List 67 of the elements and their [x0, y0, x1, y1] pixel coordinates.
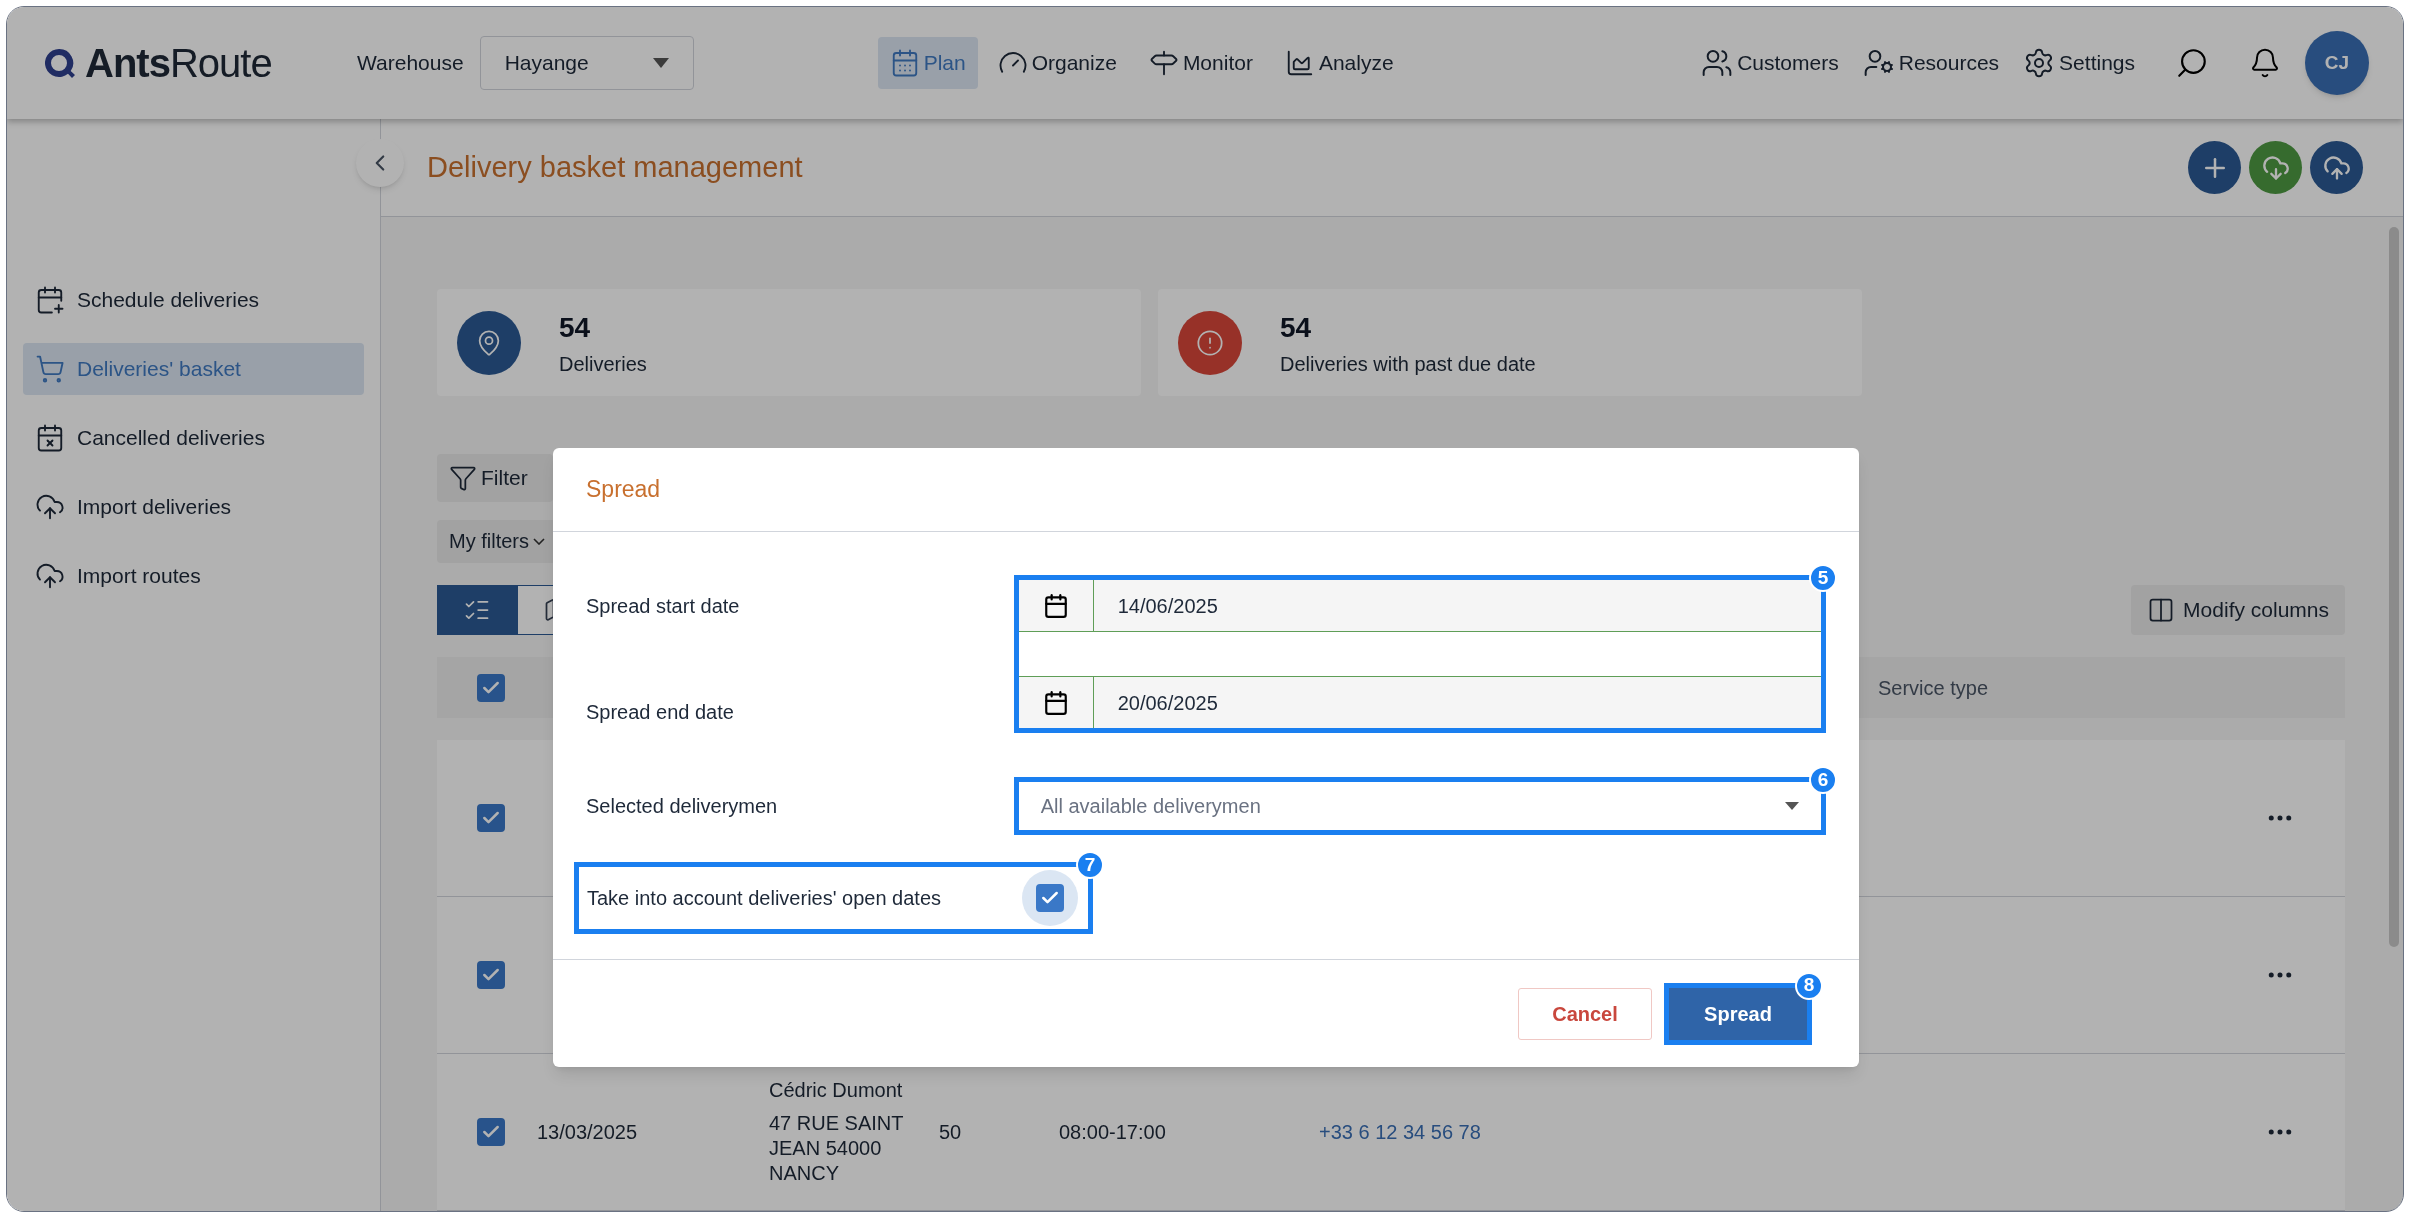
nav-link[interactable]: Settings — [2023, 47, 2135, 79]
chevron-down-icon — [533, 537, 545, 545]
date-value: 14/06/2025 — [1116, 593, 1218, 619]
stat-label: Deliveries — [559, 351, 647, 377]
checkbox[interactable] — [477, 673, 505, 702]
people-icon — [1701, 47, 1734, 79]
nav-tab[interactable]: Monitor — [1136, 37, 1265, 89]
upload-button[interactable] — [2310, 141, 2363, 194]
bell-icon[interactable] — [2249, 47, 2281, 79]
nav-tab[interactable]: Organize — [985, 37, 1129, 89]
table-cell-text: 13/03/2025 — [537, 1120, 639, 1145]
dialog-title: Spread — [586, 475, 661, 505]
callout-number: 8 — [1795, 971, 1823, 1000]
caret-icon — [1785, 802, 1799, 810]
calendar-icon — [1042, 592, 1069, 619]
cloud-upload-icon — [35, 492, 65, 522]
table-cell-text: Cédric Dumont — [769, 1078, 904, 1103]
checkbox-label: Take into account deliveries' open dates — [587, 886, 942, 911]
calendar-icon — [1042, 689, 1069, 716]
sidebar-item[interactable]: Import deliveries — [23, 481, 364, 533]
date-field[interactable]: 20/06/2025 — [1018, 676, 1821, 728]
checkbox[interactable] — [1036, 884, 1064, 912]
view-toggle[interactable] — [437, 585, 517, 636]
nav-link[interactable]: Customers — [1701, 47, 1839, 79]
sidebar-item[interactable]: Schedule deliveries — [23, 274, 364, 326]
cancel-button[interactable]: Cancel — [1518, 987, 1652, 1040]
table-cell-text: 47 RUE SAINT JEAN 54000 NANCY — [769, 1111, 905, 1186]
column-header: Service type — [1878, 675, 1989, 701]
phone-link[interactable]: +33 6 12 34 56 78 — [1319, 1117, 1481, 1147]
table-cell-text: 08:00-17:00 — [1059, 1120, 1167, 1145]
calendar-x-icon — [35, 423, 65, 453]
avatar[interactable]: CJ — [2305, 31, 2369, 95]
stat-value: 54 — [559, 310, 592, 345]
page-title: Delivery basket management — [427, 149, 803, 185]
cloud-download-icon — [2261, 153, 2290, 182]
search-icon[interactable] — [2175, 46, 2209, 80]
field-label: Spread end date — [586, 700, 735, 725]
warehouse-label: Warehouse — [357, 50, 464, 77]
table-cell-text: 50 — [938, 1120, 963, 1145]
date-value: 20/06/2025 — [1116, 690, 1218, 716]
stat-label: Deliveries with past due date — [1280, 351, 1536, 377]
logo-text: AntsRoute — [85, 40, 272, 87]
checkbox[interactable] — [477, 1118, 505, 1146]
caret-icon — [652, 58, 669, 68]
filter-button[interactable]: Filter — [437, 454, 553, 502]
field-label: Selected deliverymen — [586, 794, 779, 819]
checkbox[interactable] — [477, 804, 505, 832]
stat-value: 54 — [1280, 310, 1313, 345]
download-button[interactable] — [2249, 141, 2302, 194]
modify-columns-button[interactable]: Modify columns — [2131, 585, 2345, 636]
nav-tab[interactable]: Analyze — [1272, 37, 1406, 89]
callout-number: 6 — [1809, 766, 1837, 794]
sidebar-item[interactable]: Cancelled deliveries — [23, 412, 364, 464]
callout-number: 5 — [1809, 564, 1837, 592]
callout-number: 7 — [1076, 851, 1104, 879]
cloud-upload-icon — [35, 561, 65, 591]
add-button[interactable] — [2188, 141, 2241, 194]
signpost-icon — [1148, 48, 1179, 78]
field-label: Spread start date — [586, 594, 741, 619]
sidebar-item[interactable]: Import routes — [23, 550, 364, 602]
user-gear-icon — [1862, 47, 1895, 79]
nav-link[interactable]: Resources — [1862, 47, 2000, 79]
cart-icon — [35, 354, 65, 384]
cloud-upload-icon — [2322, 153, 2351, 182]
checkbox[interactable] — [477, 961, 505, 989]
warehouse-select[interactable]: Hayange — [479, 36, 694, 90]
calendar-plus-icon — [35, 285, 65, 315]
